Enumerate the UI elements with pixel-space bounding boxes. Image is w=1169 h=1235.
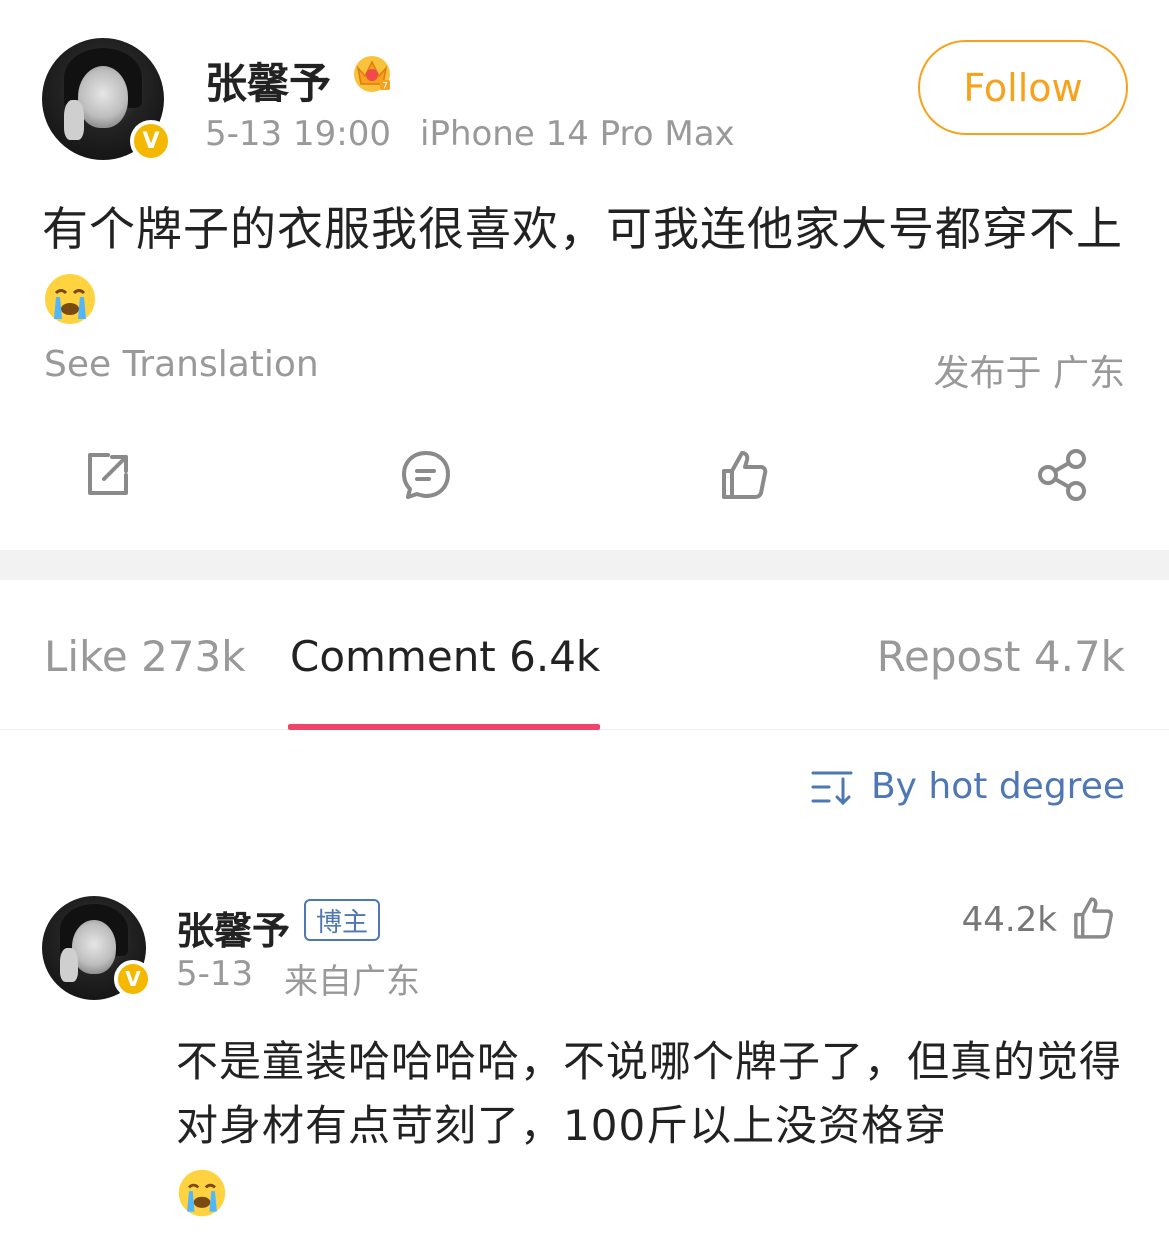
crying-emoji-icon (45, 273, 95, 324)
post-timestamp: 5-13 19:00 (205, 114, 391, 154)
share-nodes-icon (1038, 449, 1086, 501)
like-button[interactable] (709, 430, 779, 520)
comment-location: 来自广东 (284, 962, 420, 1002)
tab-like[interactable]: Like 273k (44, 632, 246, 681)
sort-icon (811, 771, 853, 805)
post-header: V 张馨予 7 5-13 19:00 iPhone 14 Pro Max Fol… (0, 0, 1169, 180)
comment-date: 5-13 (176, 954, 254, 994)
author-avatar[interactable]: V (42, 38, 172, 162)
thumbs-up-icon (722, 451, 768, 499)
comment-item: V 张馨予 博主 5-13 来自广东 44.2k 不是童装哈哈哈哈，不说哪个牌子… (0, 880, 1169, 1235)
avatar-hand (60, 948, 78, 982)
see-translation-link[interactable]: See Translation (44, 344, 319, 385)
author-name[interactable]: 张馨予 (205, 50, 331, 111)
tab-repost[interactable]: Repost 4.7k (877, 632, 1125, 681)
comment-bubble-icon (402, 451, 450, 499)
comment-text: 不是童装哈哈哈哈，不说哪个牌子了，但真的觉得对身材有点苛刻了，100斤以上没资格… (176, 1030, 1126, 1222)
verified-badge-icon: V (114, 960, 152, 998)
comment-like-icon[interactable] (1069, 894, 1117, 942)
crying-emoji-icon (178, 1169, 226, 1216)
sort-label: By hot degree (870, 766, 1125, 807)
section-divider (0, 550, 1169, 580)
action-bar (0, 430, 1169, 520)
avatar-face (78, 66, 128, 128)
svg-text:7: 7 (382, 82, 388, 92)
post-location: 发布于 广东 (933, 353, 1125, 394)
commenter-name[interactable]: 张馨予 (176, 900, 290, 955)
repost-button[interactable] (73, 430, 143, 520)
post-device[interactable]: iPhone 14 Pro Max (420, 114, 735, 154)
external-repost-icon (88, 453, 128, 495)
sort-dropdown[interactable]: By hot degree (811, 766, 1125, 807)
engagement-tabs: Like 273k Comment 6.4k Repost 4.7k (0, 580, 1169, 730)
crown-rank-icon: 7 (354, 56, 390, 92)
avatar-hand (64, 100, 84, 140)
verified-badge-icon: V (130, 120, 172, 162)
commenter-avatar[interactable]: V (42, 896, 152, 1000)
post-text: 有个牌子的衣服我很喜欢，可我连他家大号都穿不上 (42, 196, 1132, 328)
comment-button[interactable] (391, 430, 461, 520)
active-tab-indicator (288, 724, 600, 730)
tab-comment[interactable]: Comment 6.4k (290, 632, 600, 681)
post-text-content: 有个牌子的衣服我很喜欢，可我连他家大号都穿不上 (42, 202, 1123, 256)
follow-button[interactable]: Follow (918, 40, 1128, 135)
blogger-tag: 博主 (304, 899, 381, 941)
avatar-face (72, 920, 116, 974)
comment-like-count: 44.2k (961, 900, 1057, 940)
comment-text-content: 不是童装哈哈哈哈，不说哪个牌子了，但真的觉得对身材有点苛刻了，100斤以上没资格… (176, 1037, 1123, 1150)
share-button[interactable] (1027, 430, 1097, 520)
